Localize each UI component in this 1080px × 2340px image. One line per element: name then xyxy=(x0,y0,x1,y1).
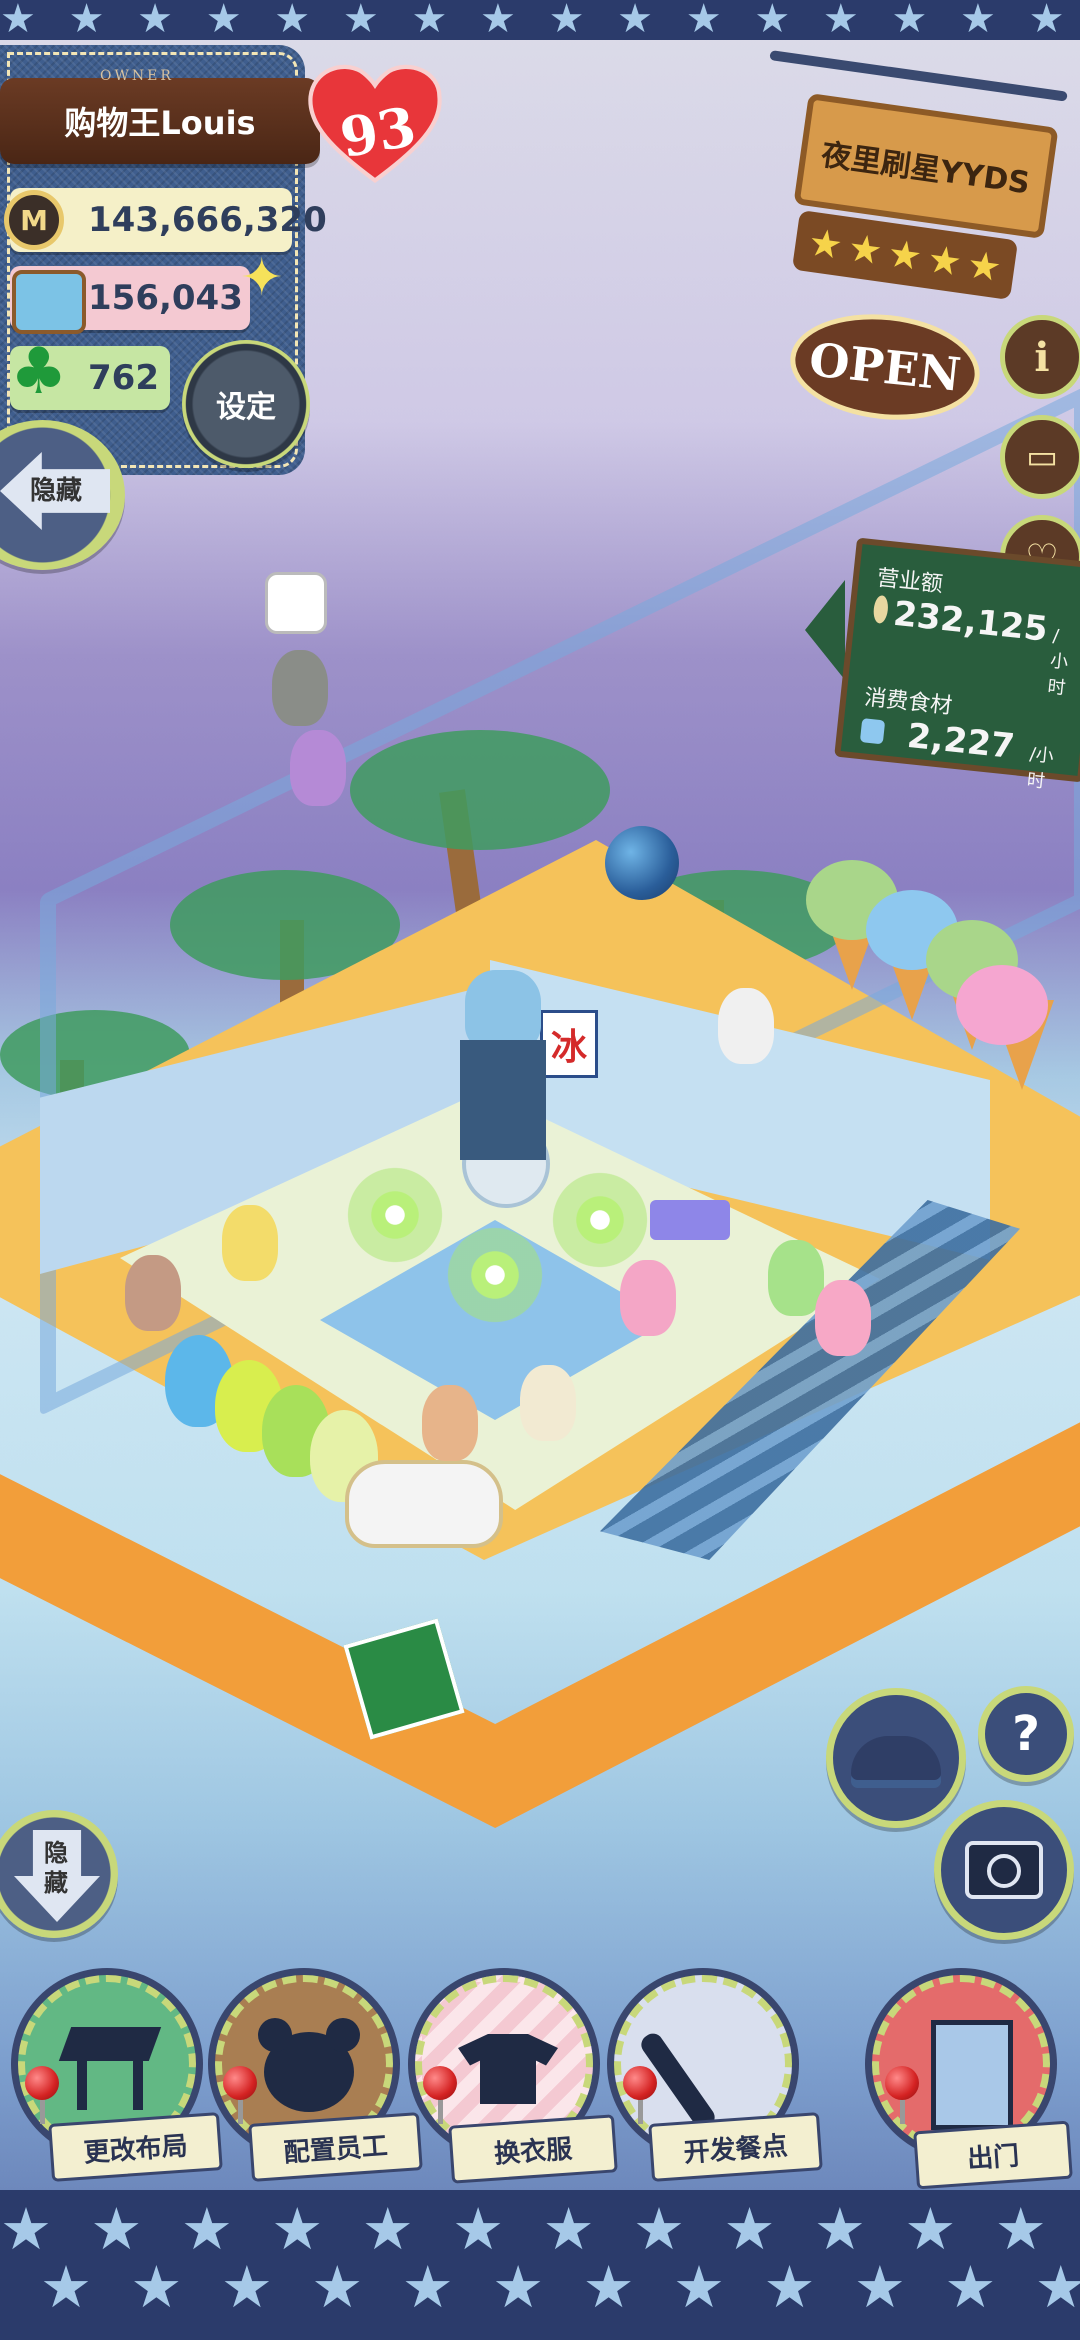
open-status-label: OPEN xyxy=(806,332,964,402)
help-button[interactable]: ? xyxy=(978,1686,1074,1782)
sales-unit: /小时 xyxy=(1046,625,1070,700)
consumption-basket-icon xyxy=(859,718,885,745)
firework-effect xyxy=(340,1160,450,1270)
hide-label-bottom: 隐藏 xyxy=(44,1839,68,1897)
bear-customer[interactable] xyxy=(272,650,328,726)
revenue-board: 营业额 232,125 /小时 消费食材 2,227 /小时 xyxy=(834,537,1080,792)
sales-coin-icon xyxy=(872,594,890,625)
globe-decoration xyxy=(605,826,679,900)
clover-value: 762 xyxy=(88,358,159,398)
change-clothes-label[interactable]: 换衣服 xyxy=(448,2114,618,2184)
money-value: 143,666,320 xyxy=(88,200,327,240)
owner-name: 购物王Louis xyxy=(0,78,320,164)
bunny-staff[interactable] xyxy=(520,1365,576,1441)
go-out-label[interactable]: 出门 xyxy=(913,2120,1073,2190)
bear-customer[interactable] xyxy=(125,1255,181,1331)
owner-tag: OWNER xyxy=(100,68,174,84)
book-icon: ▭ xyxy=(1025,437,1059,477)
squirrel-customer[interactable] xyxy=(718,988,774,1064)
ingredients-basket-icon xyxy=(12,270,86,334)
hat-icon xyxy=(851,1736,941,1780)
assign-staff-label[interactable]: 配置员工 xyxy=(248,2112,423,2182)
camera-button[interactable] xyxy=(934,1800,1074,1940)
rating-star-icon: ★ xyxy=(924,236,965,285)
hat-button[interactable] xyxy=(826,1688,966,1828)
info-icon: i xyxy=(1034,333,1050,381)
firework-effect xyxy=(545,1165,655,1275)
camera-icon xyxy=(965,1841,1043,1899)
question-icon: ? xyxy=(1012,1706,1040,1762)
rating-star-icon: ★ xyxy=(845,225,886,274)
bathtub[interactable] xyxy=(345,1460,503,1548)
settings-button[interactable]: 设定 xyxy=(182,340,310,468)
rating-star-icon: ★ xyxy=(964,241,1005,291)
info-button[interactable]: i xyxy=(1000,315,1080,399)
rating-star-icon: ★ xyxy=(885,230,925,280)
statue-pillar xyxy=(460,1040,546,1160)
hide-label-top: 隐藏 xyxy=(30,476,83,506)
pin-icon xyxy=(623,2066,657,2100)
clover-icon: ♣ xyxy=(10,335,68,409)
table[interactable] xyxy=(650,1200,730,1240)
order-bubble xyxy=(265,572,327,634)
bottom-star-border: ★ ★ ★ ★ ★ ★ ★ ★ ★ ★ ★ ★ ★ ★ ★ ★ ★ ★ ★ ★ … xyxy=(0,2190,1080,2340)
bunny-statue xyxy=(465,970,541,1050)
change-layout-label[interactable]: 更改布局 xyxy=(48,2112,223,2182)
pin-icon xyxy=(25,2066,59,2100)
fox-staff[interactable] xyxy=(422,1385,478,1461)
icecream-scoop xyxy=(956,965,1048,1045)
consumption-unit: /小时 xyxy=(1025,743,1055,793)
pink-bear-customer[interactable] xyxy=(815,1280,871,1356)
table-icon xyxy=(58,2027,162,2061)
shop-name: 夜里刷星YYDS xyxy=(819,137,1032,202)
coin-icon: M xyxy=(4,190,64,250)
ice-banner: 冰 xyxy=(540,1010,598,1078)
firework-effect xyxy=(440,1220,550,1330)
guide-book-button[interactable]: ▭ xyxy=(1000,415,1080,499)
develop-menu-label[interactable]: 开发餐点 xyxy=(648,2112,823,2182)
pink-bear-customer[interactable] xyxy=(620,1260,676,1336)
cat-staff[interactable] xyxy=(222,1205,278,1281)
rating-star-icon: ★ xyxy=(805,219,846,269)
pin-icon xyxy=(423,2066,457,2100)
bunny-customer[interactable] xyxy=(290,730,346,806)
sparkle-icon: ✦ xyxy=(240,248,284,308)
pin-icon xyxy=(885,2066,919,2100)
settings-label: 设定 xyxy=(216,390,276,425)
shirt-icon xyxy=(458,2034,558,2104)
door-icon xyxy=(931,2020,1013,2130)
pin-icon xyxy=(223,2066,257,2100)
ingredients-value: 156,043 xyxy=(88,278,243,318)
